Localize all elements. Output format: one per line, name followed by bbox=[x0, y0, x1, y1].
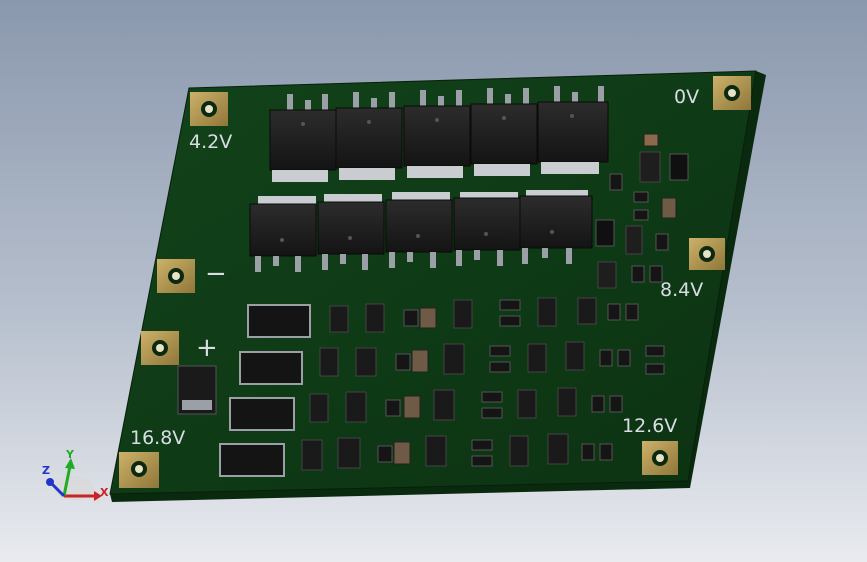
label-4v2: 4.2V bbox=[189, 131, 232, 153]
electrolytic-capacitor[interactable] bbox=[177, 365, 217, 415]
label-16v8: 16.8V bbox=[130, 427, 185, 449]
label-minus: − bbox=[205, 259, 227, 289]
mounting-pad-8v4 bbox=[689, 238, 725, 270]
y-axis-label: Y bbox=[65, 448, 75, 461]
mounting-pad-16v8 bbox=[119, 452, 159, 488]
mounting-pad-12v6 bbox=[642, 441, 678, 475]
label-12v6: 12.6V bbox=[622, 415, 677, 437]
label-0v: 0V bbox=[674, 86, 699, 108]
axis-triad[interactable]: X Y Z bbox=[42, 448, 109, 501]
x-axis-label: X bbox=[100, 486, 109, 499]
3d-viewport[interactable]: 4.2V 0V 8.4V 12.6V 16.8V − + X Y Z bbox=[0, 0, 867, 562]
mounting-pad-minus bbox=[157, 259, 195, 293]
label-8v4: 8.4V bbox=[660, 279, 703, 301]
mounting-pad-4v2 bbox=[190, 92, 228, 126]
mounting-pad-0v bbox=[713, 76, 751, 110]
z-axis-label: Z bbox=[42, 464, 50, 477]
mounting-pad-plus bbox=[141, 331, 179, 365]
label-plus: + bbox=[196, 333, 218, 363]
